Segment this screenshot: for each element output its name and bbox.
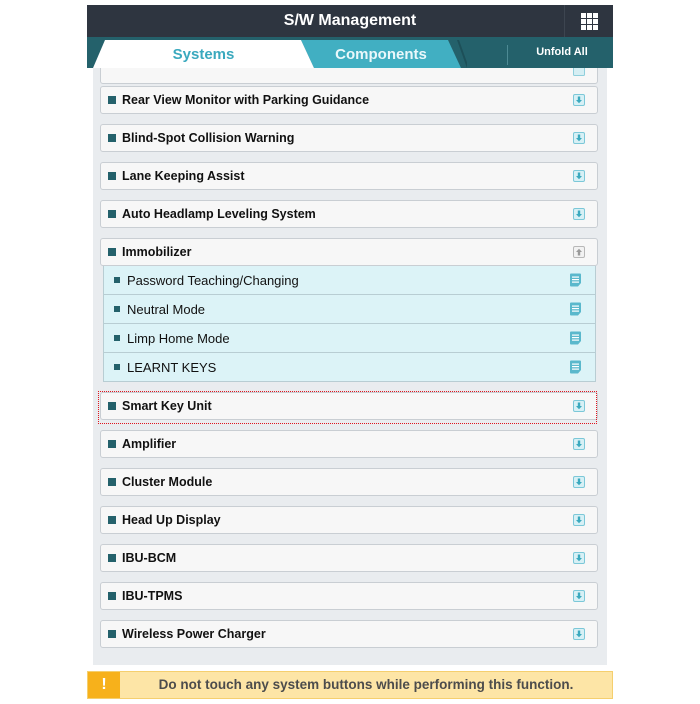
collapse-up-icon	[573, 246, 585, 258]
download-icon	[573, 476, 585, 488]
tab-systems[interactable]: Systems	[93, 40, 314, 68]
note-icon	[570, 302, 581, 316]
download-icon	[573, 590, 585, 602]
system-row[interactable]: Wireless Power Charger	[100, 620, 598, 648]
bullet-icon	[114, 335, 120, 341]
system-row[interactable]: Rear View Monitor with Parking Guidance	[100, 86, 598, 114]
download-icon	[573, 514, 585, 526]
unfold-all-button[interactable]: Unfold All	[511, 37, 613, 68]
note-icon	[570, 360, 581, 374]
download-icon	[573, 438, 585, 450]
bullet-icon	[108, 210, 116, 218]
system-row[interactable]: IBU-TPMS	[100, 582, 598, 610]
system-label: Cluster Module	[122, 475, 213, 489]
download-icon	[573, 68, 585, 76]
bullet-icon	[108, 402, 116, 410]
system-row[interactable]: Blind-Spot Collision Warning	[100, 124, 598, 152]
function-row[interactable]: Limp Home Mode	[103, 324, 596, 353]
tab-bar: Components Systems Unfold All	[87, 37, 613, 68]
grid-menu-icon	[580, 12, 598, 30]
function-label: LEARNT KEYS	[127, 360, 217, 375]
system-row[interactable]: IBU-BCM	[100, 544, 598, 572]
system-label: Lane Keeping Assist	[122, 169, 245, 183]
system-label: Immobilizer	[122, 245, 192, 259]
system-row[interactable]: Auto Headlamp Leveling System	[100, 200, 598, 228]
function-row[interactable]: Neutral Mode	[103, 295, 596, 324]
download-icon	[573, 94, 585, 106]
bullet-icon	[114, 306, 120, 312]
bullet-icon	[108, 630, 116, 638]
function-label: Limp Home Mode	[127, 331, 230, 346]
system-list[interactable]: Rear View Monitor with Parking Guidance B…	[93, 68, 607, 665]
function-row[interactable]: Password Teaching/Changing	[103, 266, 596, 295]
download-icon	[573, 628, 585, 640]
function-row[interactable]: LEARNT KEYS	[103, 353, 596, 382]
system-label: IBU-TPMS	[122, 589, 183, 603]
warning-message: Do not touch any system buttons while pe…	[158, 677, 574, 692]
download-icon	[573, 552, 585, 564]
system-row[interactable]: Amplifier	[100, 430, 598, 458]
download-icon	[573, 132, 585, 144]
system-label: Wireless Power Charger	[122, 627, 266, 641]
warning-banner: ! Do not touch any system buttons while …	[87, 671, 613, 699]
function-label: Password Teaching/Changing	[127, 273, 299, 288]
function-label: Neutral Mode	[127, 302, 206, 317]
bullet-icon	[114, 364, 120, 370]
system-label: Blind-Spot Collision Warning	[122, 131, 295, 145]
bullet-icon	[108, 172, 116, 180]
note-icon	[570, 273, 581, 287]
system-label: Head Up Display	[122, 513, 221, 527]
system-row[interactable]: Cluster Module	[100, 468, 598, 496]
tab-divider	[507, 45, 508, 65]
system-row[interactable]: Smart Key Unit	[100, 392, 598, 420]
bullet-icon	[108, 134, 116, 142]
system-row[interactable]: Head Up Display	[100, 506, 598, 534]
bullet-icon	[108, 96, 116, 104]
menu-button[interactable]	[564, 5, 613, 37]
bullet-icon	[108, 440, 116, 448]
bullet-icon	[108, 248, 116, 256]
system-label: Rear View Monitor with Parking Guidance	[122, 93, 370, 107]
bullet-icon	[114, 277, 120, 283]
download-icon	[573, 208, 585, 220]
warning-icon: !	[88, 672, 120, 698]
bullet-icon	[108, 516, 116, 524]
system-label: IBU-BCM	[122, 551, 177, 565]
sw-management-app: S/W Management Components Systems Unfold…	[87, 5, 613, 704]
system-row[interactable]: Immobilizer	[100, 238, 598, 266]
system-row[interactable]: Lane Keeping Assist	[100, 162, 598, 190]
system-label: Amplifier	[122, 437, 177, 451]
bullet-icon	[108, 554, 116, 562]
download-icon	[573, 400, 585, 412]
page-title: S/W Management	[283, 12, 417, 29]
bullet-icon	[108, 592, 116, 600]
system-label: Auto Headlamp Leveling System	[122, 207, 316, 221]
bullet-icon	[108, 478, 116, 486]
tab-components[interactable]: Components	[301, 40, 461, 68]
download-icon	[573, 170, 585, 182]
system-label: Smart Key Unit	[122, 399, 212, 413]
note-icon	[570, 331, 581, 345]
system-row-partial[interactable]	[100, 68, 598, 84]
title-bar: S/W Management	[87, 5, 613, 37]
